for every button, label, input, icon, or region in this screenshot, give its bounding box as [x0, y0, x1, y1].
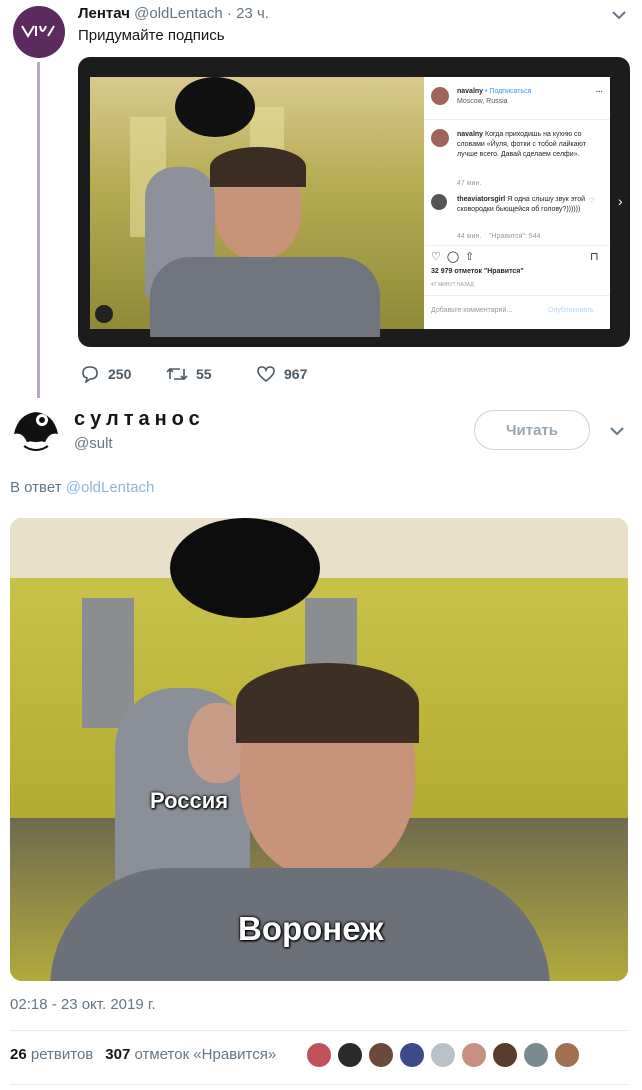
likes-stat[interactable]: 307 отметок «Нравится» [105, 1046, 276, 1063]
handle[interactable]: @oldLentach [134, 5, 223, 22]
ig-comment-user: theaviatorsgirl [457, 196, 506, 203]
instagram-panel: navalny • Подписаться Moscow, Russia ···… [424, 77, 610, 329]
retweet-action[interactable]: 55 [166, 365, 212, 383]
ig-caption-time: 47 мин. [457, 180, 482, 187]
reply-count: 250 [108, 366, 132, 382]
thread-line [37, 62, 40, 398]
chevron-down-icon[interactable] [612, 7, 626, 23]
tweet-header: Лентач @oldLentach · 23 ч. [78, 5, 269, 22]
like-count: 967 [284, 366, 308, 382]
avatar-sult[interactable] [10, 404, 62, 456]
ig-username: navalny [457, 88, 484, 95]
ig-location: Moscow, Russia [457, 98, 508, 105]
liker-avatar[interactable] [368, 1042, 394, 1068]
reply-icon [82, 366, 98, 383]
caption-russia: Россия [150, 788, 229, 813]
ig-comment-time: 44 мин. [457, 233, 482, 240]
like-action[interactable]: 967 [256, 365, 307, 383]
timestamp[interactable]: 23 ч. [236, 5, 269, 22]
chevron-right-icon: › [618, 193, 623, 209]
liker-avatar[interactable] [523, 1042, 549, 1068]
ig-actions-icons: ♡◯⇧ [431, 251, 481, 263]
retweet-count: 55 [196, 366, 212, 382]
ig-follow: • Подписаться [485, 88, 532, 95]
more-icon: ··· [596, 89, 603, 96]
liker-avatar[interactable] [554, 1042, 580, 1068]
bookmark-icon: ⊓ [590, 251, 599, 263]
liker-avatar[interactable] [337, 1042, 363, 1068]
ig-likes: 32 979 отметок "Нравится" [431, 268, 524, 275]
tweet-stats: 26 ретвитов 307 отметок «Нравится» [10, 1046, 276, 1063]
liker-avatar[interactable] [492, 1042, 518, 1068]
heart-icon [257, 366, 275, 383]
likers-avatars[interactable] [306, 1042, 580, 1068]
liker-avatar[interactable] [399, 1042, 425, 1068]
ig-caption-user: navalny [457, 131, 484, 138]
ig-comment-likes: "Нравится": 544 [489, 233, 541, 240]
chevron-down-icon[interactable] [610, 423, 624, 441]
avatar-lentach[interactable] [13, 6, 65, 58]
ig-comment-input: Добавьте комментарий... [431, 307, 513, 314]
tweet-text: Придумайте подпись [78, 27, 225, 44]
reply-action[interactable]: 250 [80, 365, 131, 383]
ig-posted: 47 МИНУТ НАЗАД [431, 282, 474, 288]
tweet-timestamp[interactable]: 02:18 - 23 окт. 2019 г. [10, 996, 156, 1013]
reply-prefix: В ответ [10, 479, 62, 496]
tweet-media[interactable]: navalny • Подписаться Moscow, Russia ···… [78, 57, 630, 347]
liker-avatar[interactable] [430, 1042, 456, 1068]
display-name[interactable]: Лентач [78, 5, 130, 22]
caption-voronezh: Воронеж [238, 910, 384, 947]
heart-icon: ♡ [589, 198, 596, 205]
liker-avatar[interactable] [461, 1042, 487, 1068]
liker-avatar[interactable] [306, 1042, 332, 1068]
divider [10, 1084, 628, 1085]
display-name[interactable]: султанос [74, 408, 205, 431]
retweet-icon [166, 367, 188, 381]
handle[interactable]: @sult [74, 435, 113, 452]
follow-button[interactable]: Читать [474, 410, 590, 450]
reply-context: В ответ @oldLentach [10, 479, 154, 496]
divider [10, 1030, 628, 1031]
lentach-logo-icon [21, 25, 55, 38]
retweets-stat[interactable]: 26 ретвитов [10, 1046, 93, 1063]
selfie-photo [90, 77, 424, 337]
reply-to-link[interactable]: @oldLentach [66, 479, 155, 496]
ig-publish: Опубликовать [548, 307, 594, 314]
meme-image[interactable]: Россия Воронеж [10, 518, 628, 981]
